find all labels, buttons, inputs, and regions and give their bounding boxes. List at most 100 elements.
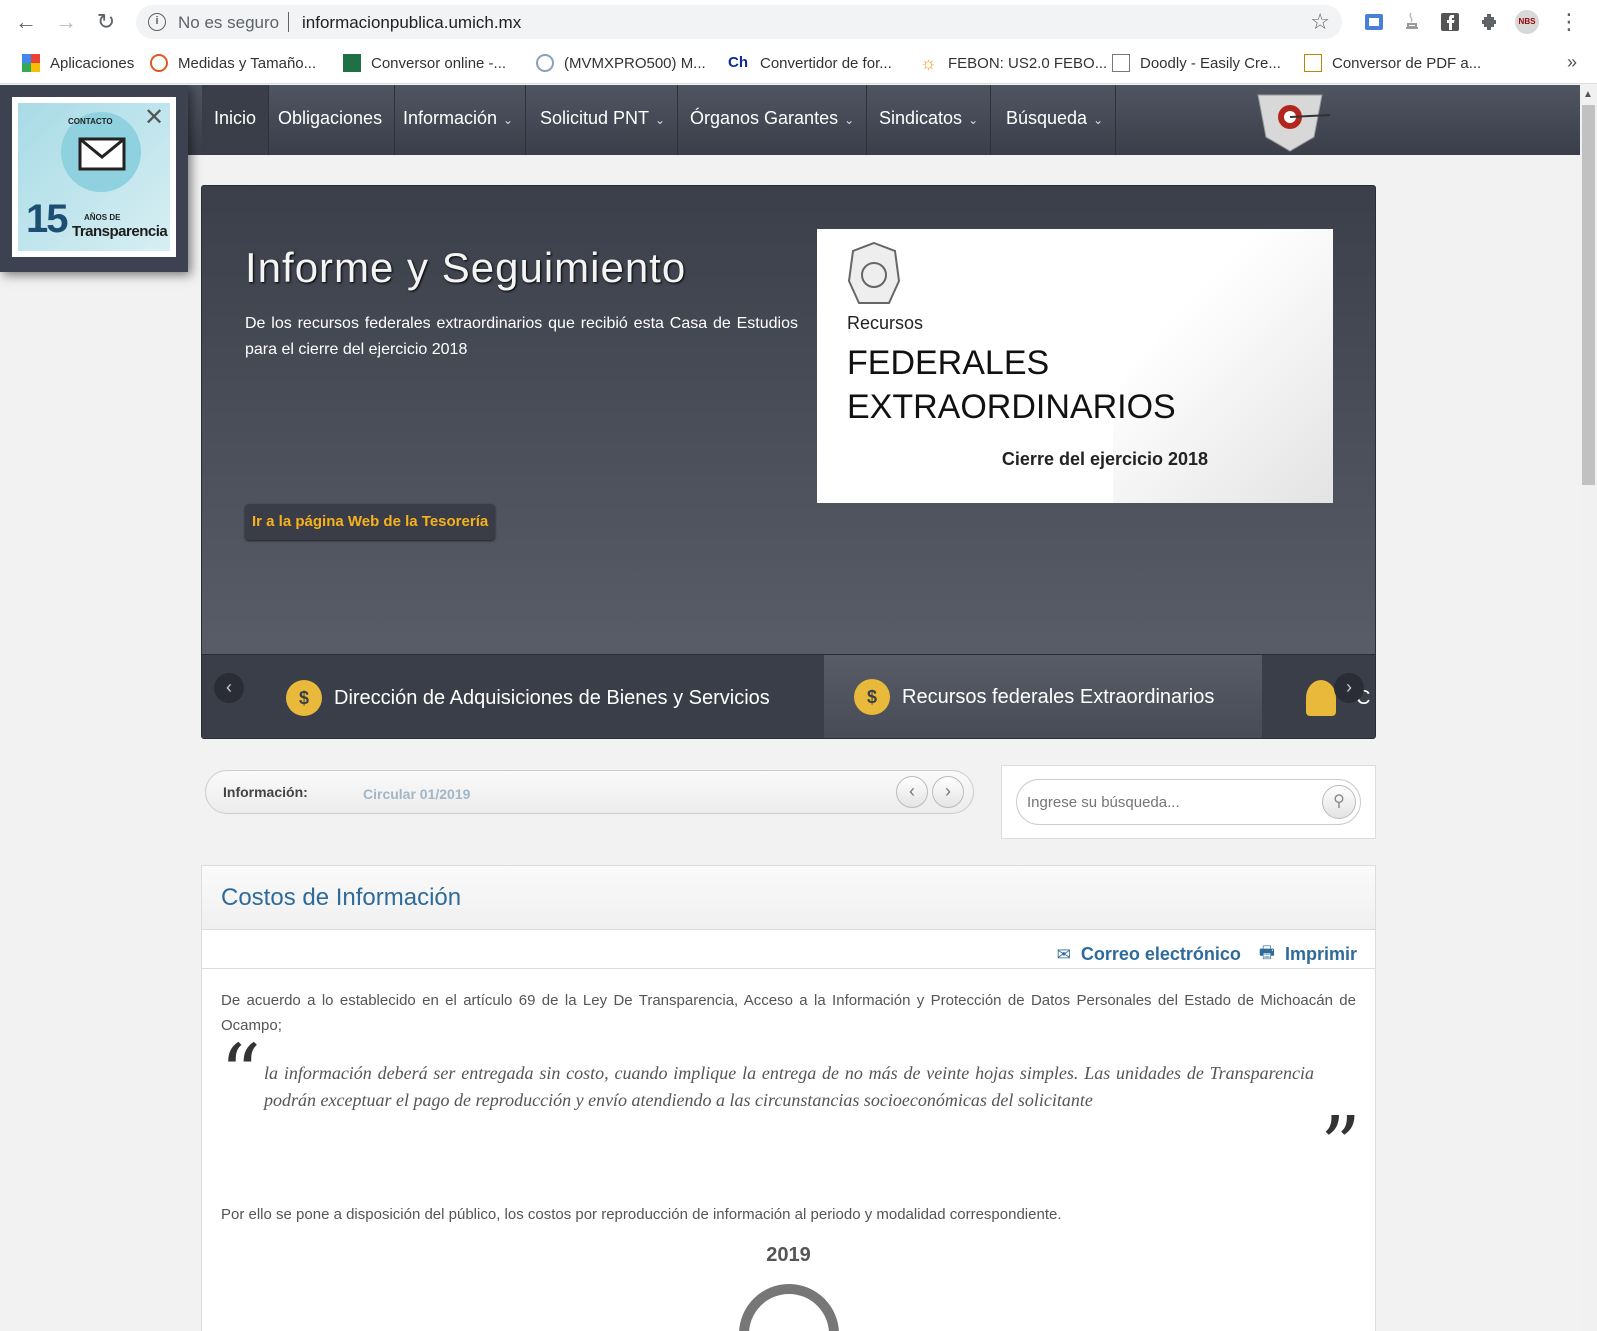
nav-label: Búsqueda (1006, 108, 1088, 128)
chevron-down-icon: ⌄ (968, 113, 979, 127)
ticker-next-icon[interactable]: › (932, 776, 964, 808)
apps-grid-icon (22, 54, 40, 72)
bookmark-item[interactable]: Conversor online -... (343, 54, 506, 72)
nav-label: Información (403, 108, 498, 128)
bookmark-label: Conversor de PDF a... (1332, 54, 1482, 72)
forward-arrow-icon[interactable]: → (52, 8, 80, 36)
globe-icon (536, 54, 554, 72)
umich-crest-icon (847, 241, 901, 304)
chevron-down-icon: ⌄ (844, 113, 855, 127)
bookmark-item[interactable]: (MVMXPRO500) M... (536, 54, 706, 72)
hero-image[interactable]: Recursos FEDERALES EXTRAORDINARIOS Cierre… (817, 229, 1333, 503)
nav-label: Solicitud PNT (540, 108, 650, 128)
tab-label: Recursos federales Extraordinarios (902, 685, 1215, 708)
quote-close-icon: ” (1320, 1099, 1361, 1192)
search-input[interactable] (1016, 779, 1361, 825)
scrollbar-thumb[interactable] (1582, 105, 1595, 485)
nav-label: Sindicatos (879, 108, 963, 128)
address-bar[interactable]: i No es seguro informacionpublica.umich.… (136, 5, 1342, 39)
profile-avatar[interactable]: NBS (1515, 10, 1539, 34)
nav-organos-garantes[interactable]: Órganos Garantes ⌄ (678, 85, 868, 155)
graduate-icon (1306, 680, 1336, 716)
pdf-icon (1304, 54, 1322, 72)
bookmark-item[interactable]: ☼ FEBON: US2.0 FEBO... (920, 54, 1107, 72)
reload-icon[interactable]: ↻ (92, 8, 120, 36)
nav-label: Órganos Garantes (690, 108, 839, 128)
browser-toolbar: ← → ↻ i No es seguro informacionpublica.… (0, 0, 1597, 44)
insecure-label[interactable]: No es seguro (178, 13, 279, 33)
chevron-right-icon[interactable]: › (1334, 673, 1364, 703)
excel-icon (343, 54, 361, 72)
blockquote: la información deberá ser entregada sin … (264, 1063, 1314, 1110)
facebook-extension-icon[interactable] (1438, 10, 1462, 34)
bookmarks-overflow-button[interactable]: » (1567, 52, 1577, 73)
hero-title: Informe y Seguimiento (245, 244, 687, 291)
info-ticker-label: Información: (223, 784, 308, 800)
hero-image-big-line1: FEDERALES (847, 344, 1050, 382)
nav-busqueda[interactable]: Búsqueda ⌄ (994, 85, 1117, 155)
puzzle-extensions-icon[interactable] (1477, 10, 1501, 34)
tab-recursos-federales[interactable]: $ Recursos federales Extraordinarios (824, 655, 1262, 738)
page-viewport: Inicio Obligaciones Información ⌄ Solicit… (0, 85, 1597, 1331)
nav-solicitud-pnt[interactable]: Solicitud PNT ⌄ (528, 85, 679, 155)
bookmark-favicon (150, 54, 168, 72)
bookmark-label: (MVMXPRO500) M... (564, 54, 706, 72)
url-text[interactable]: informacionpublica.umich.mx (302, 13, 521, 33)
bookmark-label: Conversor online -... (371, 54, 507, 72)
bookmark-item[interactable]: Ch Convertidor de for... (728, 54, 892, 72)
star-icon[interactable]: ☆ (1310, 9, 1330, 35)
hero-tabs: ‹ $ Dirección de Adquisiciones de Bienes … (202, 654, 1375, 738)
article-tools: ✉ Correo electrónico 🖶 Imprimir (1057, 940, 1357, 969)
document-icon[interactable] (739, 1284, 839, 1331)
nav-informacion[interactable]: Información ⌄ (391, 85, 527, 155)
chevron-down-icon: ⌄ (655, 113, 666, 127)
divider (288, 12, 289, 32)
popup-15: 15 (26, 197, 68, 241)
gear-dollar-icon: $ (854, 679, 890, 715)
nav-obligaciones[interactable]: Obligaciones (266, 85, 396, 155)
bookmark-label: Convertidor de for... (760, 54, 892, 72)
nav-inicio[interactable]: Inicio (202, 85, 270, 155)
printer-icon[interactable]: 🖶 (1259, 940, 1275, 969)
back-arrow-icon[interactable]: ← (12, 8, 40, 36)
envelope-icon[interactable]: ✉ (1057, 945, 1071, 965)
bookmark-item[interactable]: Doodly - Easily Cre... (1112, 54, 1281, 72)
info-ticker-link[interactable]: Circular 01/2019 (363, 786, 470, 802)
menu-dots-icon[interactable]: ⋮ (1555, 8, 1583, 36)
vertical-scrollbar[interactable]: ▲ (1580, 85, 1597, 1331)
java-extension-icon[interactable] (1400, 10, 1424, 34)
site-nav: Inicio Obligaciones Información ⌄ Solicit… (0, 85, 1580, 155)
nav-label: Obligaciones (278, 108, 383, 128)
nav-sindicatos[interactable]: Sindicatos ⌄ (867, 85, 992, 155)
info-icon[interactable]: i (148, 13, 166, 31)
bookmarks-bar: Aplicaciones Medidas y Tamaño... Convers… (0, 44, 1597, 84)
bookmark-apps[interactable]: Aplicaciones (22, 54, 134, 72)
bookmark-item[interactable]: Medidas y Tamaño... (150, 54, 316, 72)
sun-icon: ☼ (920, 53, 937, 73)
close-icon[interactable]: ✕ (144, 103, 164, 132)
bookmark-label: Doodly - Easily Cre... (1140, 54, 1281, 72)
tab-label: Dirección de Adquisiciones de Bienes y S… (334, 686, 770, 709)
umich-seal-logo[interactable] (1250, 87, 1330, 153)
gear-dollar-icon: $ (286, 680, 322, 716)
scroll-up-icon[interactable]: ▲ (1583, 89, 1593, 100)
bookmark-label: Aplicaciones (50, 54, 135, 72)
hero-slider: Informe y Seguimiento De los recursos fe… (201, 185, 1376, 739)
translate-extension-icon[interactable] (1362, 10, 1386, 34)
popup-contacto: CONTACTO (68, 117, 113, 126)
hero-image-year: Cierre del ejercicio 2018 (1001, 449, 1209, 469)
divider (202, 968, 1375, 969)
tesoreria-button[interactable]: Ir a la página Web de la Tesorería (245, 504, 496, 540)
search-icon[interactable]: ⚲ (1322, 785, 1356, 819)
bookmark-item[interactable]: Conversor de PDF a... (1304, 54, 1481, 72)
tab-adquisiciones[interactable]: $ Dirección de Adquisiciones de Bienes y … (286, 655, 812, 738)
ticker-prev-icon[interactable]: ‹ (896, 776, 928, 808)
bookmark-label: FEBON: US2.0 FEBO... (948, 54, 1108, 72)
chevron-left-icon[interactable]: ‹ (214, 673, 244, 703)
email-link[interactable]: Correo electrónico (1081, 944, 1241, 965)
intro-paragraph: De acuerdo a lo establecido en el artícu… (221, 992, 1356, 1034)
chevron-down-icon: ⌄ (1093, 113, 1104, 127)
search-widget: ⚲ (1001, 765, 1376, 839)
popup-transparencia: Transparencia (72, 223, 168, 240)
print-link[interactable]: Imprimir (1285, 944, 1357, 965)
